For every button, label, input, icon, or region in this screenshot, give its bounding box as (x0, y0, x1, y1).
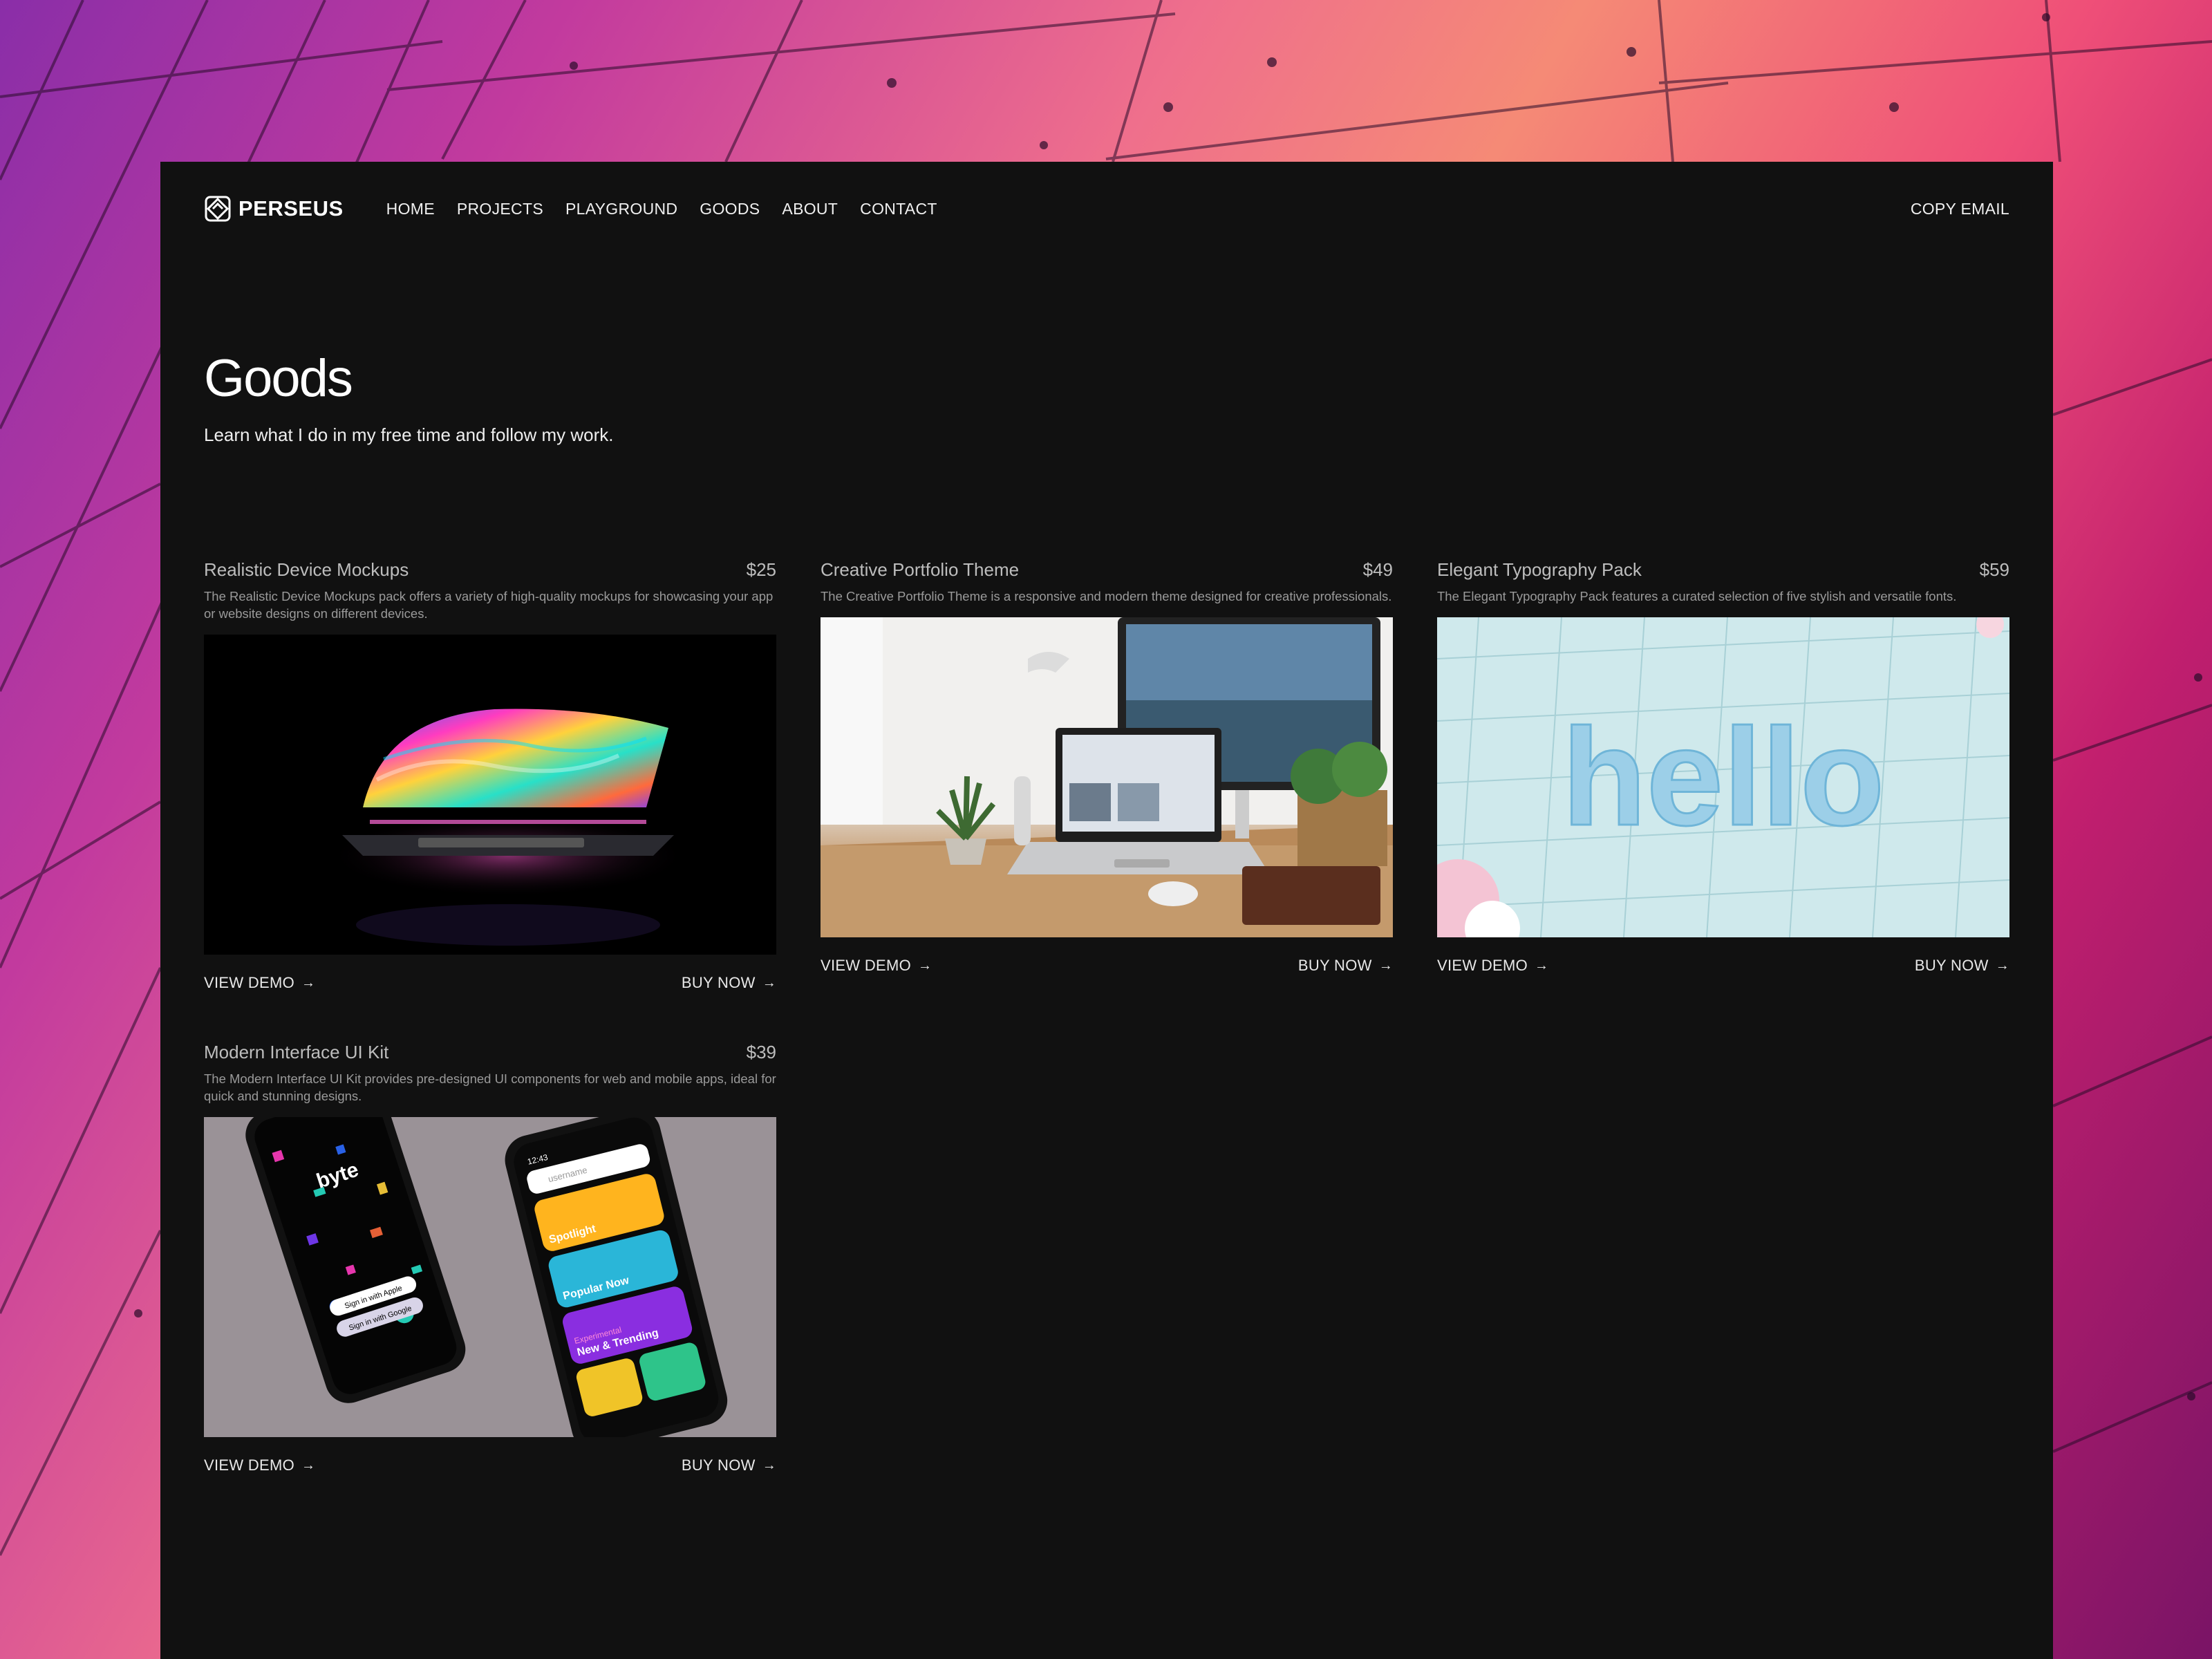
arrow-right-icon: → (301, 1457, 316, 1473)
buy-now-link[interactable]: BUY NOW → (682, 974, 776, 992)
view-demo-link[interactable]: VIEW DEMO → (204, 1456, 315, 1474)
desk-illustration (821, 617, 1393, 937)
nav-projects-link[interactable]: PROJECTS (457, 200, 543, 218)
product-image-hello[interactable]: hello (1437, 617, 2009, 937)
product-card-typography-pack: Elegant Typography Pack $59 The Elegant … (1437, 559, 2009, 975)
arrow-right-icon: → (762, 975, 776, 991)
buy-now-link[interactable]: BUY NOW → (682, 1456, 776, 1474)
buy-now-label: BUY NOW (681, 1456, 756, 1474)
product-description: The Creative Portfolio Theme is a respon… (821, 589, 1392, 603)
product-image-phones[interactable]: byte Sign in with Apple Sign in with Goo… (204, 1117, 776, 1437)
buy-now-label: BUY NOW (1297, 957, 1372, 974)
view-demo-label: VIEW DEMO (204, 1456, 295, 1474)
product-card-portfolio-theme: Creative Portfolio Theme $49 The Creativ… (821, 559, 1393, 975)
buy-now-label: BUY NOW (1914, 957, 1989, 974)
copy-email-button[interactable]: COPY EMAIL (1911, 200, 2009, 218)
main-menu: HOME PROJECTS PLAYGROUND GOODS ABOUT CON… (386, 200, 937, 218)
view-demo-label: VIEW DEMO (821, 957, 912, 974)
nav-home-link[interactable]: HOME (386, 200, 435, 218)
nav-about-link[interactable]: ABOUT (782, 200, 838, 218)
buy-now-link[interactable]: BUY NOW → (1915, 957, 2009, 975)
arrow-right-icon: → (1535, 957, 1549, 973)
product-image-desk[interactable] (821, 617, 1393, 937)
perseus-logo-icon (205, 196, 231, 222)
arrow-right-icon: → (762, 1457, 776, 1473)
laptop-illustration (328, 709, 688, 946)
product-title: Modern Interface UI Kit (204, 1042, 389, 1062)
buy-now-label: BUY NOW (681, 974, 756, 991)
arrow-right-icon: → (301, 975, 316, 991)
brand[interactable]: PERSEUS (204, 195, 344, 223)
arrow-right-icon: → (1378, 957, 1393, 973)
view-demo-link[interactable]: VIEW DEMO → (821, 957, 932, 975)
buy-now-link[interactable]: BUY NOW → (1298, 957, 1393, 975)
product-card-ui-kit: Modern Interface UI Kit $39 The Modern I… (204, 1042, 776, 1474)
product-description: The Realistic Device Mockups pack offers… (204, 589, 774, 621)
product-title: Creative Portfolio Theme (821, 559, 1020, 580)
page-subtitle: Learn what I do in my free time and foll… (204, 424, 614, 445)
product-image-laptop[interactable] (204, 635, 776, 955)
product-price: $59 (1979, 559, 2009, 580)
brand-name: PERSEUS (238, 196, 344, 221)
top-navigation: PERSEUS HOME PROJECTS PLAYGROUND GOODS A… (204, 187, 2009, 231)
product-card-device-mockups: Realistic Device Mockups $25 The Realist… (204, 559, 776, 992)
phones-illustration: byte Sign in with Apple Sign in with Goo… (245, 1117, 728, 1437)
page-title: Goods (204, 349, 353, 408)
product-title: Realistic Device Mockups (204, 559, 409, 580)
product-description: The Elegant Typography Pack features a c… (1437, 589, 1957, 603)
nav-contact-link[interactable]: CONTACT (860, 200, 937, 218)
hello-3d-text: hello (1562, 700, 1885, 854)
product-price: $25 (746, 559, 776, 580)
product-title: Elegant Typography Pack (1437, 559, 1642, 580)
hello-illustration: hello (1437, 617, 2009, 937)
view-demo-label: VIEW DEMO (1437, 957, 1528, 974)
product-price: $39 (746, 1042, 776, 1062)
view-demo-label: VIEW DEMO (204, 974, 295, 991)
product-description: The Modern Interface UI Kit provides pre… (204, 1071, 776, 1103)
arrow-right-icon: → (918, 957, 932, 973)
website-window: PERSEUS HOME PROJECTS PLAYGROUND GOODS A… (160, 162, 2053, 1659)
nav-playground-link[interactable]: PLAYGROUND (565, 200, 677, 218)
nav-goods-link[interactable]: GOODS (700, 200, 760, 218)
view-demo-link[interactable]: VIEW DEMO → (1437, 957, 1548, 975)
view-demo-link[interactable]: VIEW DEMO → (204, 974, 315, 992)
product-price: $49 (1362, 559, 1393, 580)
arrow-right-icon: → (1995, 957, 2009, 973)
